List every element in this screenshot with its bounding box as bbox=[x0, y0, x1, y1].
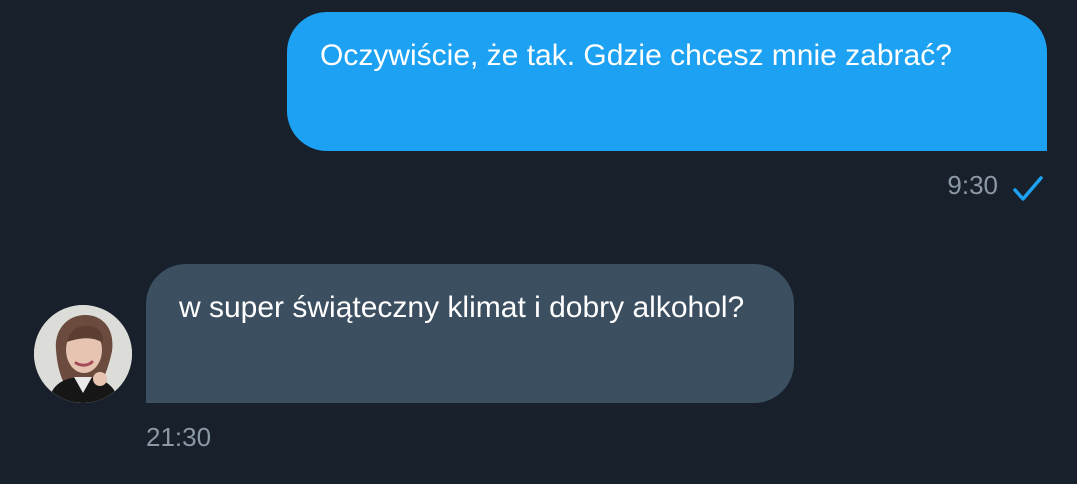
incoming-message-text: w super świąteczny klimat i dobry alkoho… bbox=[179, 291, 745, 324]
incoming-message-timestamp: 21:30 bbox=[146, 422, 212, 452]
outgoing-message-text: Oczywiście, że tak. Gdzie chcesz mnie za… bbox=[320, 39, 952, 72]
outgoing-message-timestamp: 9:30 bbox=[947, 170, 998, 200]
outgoing-message-bubble[interactable]: Oczywiście, że tak. Gdzie chcesz mnie za… bbox=[287, 12, 1047, 151]
incoming-message-bubble[interactable]: w super świąteczny klimat i dobry alkoho… bbox=[146, 264, 794, 403]
checkmark-icon bbox=[1012, 174, 1044, 204]
avatar[interactable] bbox=[34, 305, 132, 403]
